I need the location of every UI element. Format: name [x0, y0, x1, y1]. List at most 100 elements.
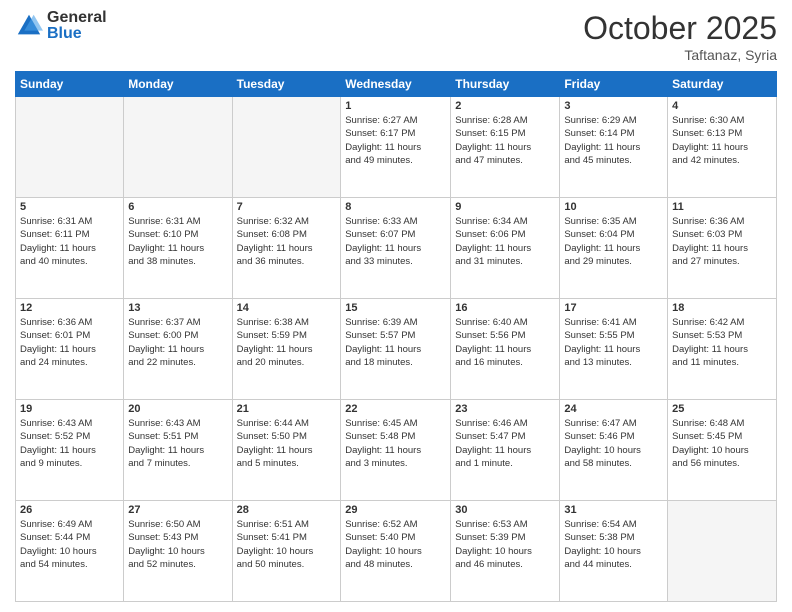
calendar-cell: 9 Sunrise: 6:34 AMSunset: 6:06 PMDaylight…: [451, 198, 560, 299]
calendar-cell: 1 Sunrise: 6:27 AMSunset: 6:17 PMDaylight…: [341, 97, 451, 198]
day-info: Sunrise: 6:34 AMSunset: 6:06 PMDaylight:…: [455, 215, 555, 268]
calendar-cell: 14 Sunrise: 6:38 AMSunset: 5:59 PMDayligh…: [232, 299, 341, 400]
day-info: Sunrise: 6:43 AMSunset: 5:51 PMDaylight:…: [128, 417, 227, 470]
day-info: Sunrise: 6:39 AMSunset: 5:57 PMDaylight:…: [345, 316, 446, 369]
day-number: 19: [20, 403, 119, 415]
logo-text: General Blue: [47, 10, 107, 42]
calendar-header-row: SundayMondayTuesdayWednesdayThursdayFrid…: [16, 72, 777, 97]
page: General Blue October 2025 Taftanaz, Syri…: [0, 0, 792, 612]
calendar-day-header: Monday: [124, 72, 232, 97]
day-info: Sunrise: 6:36 AMSunset: 6:01 PMDaylight:…: [20, 316, 119, 369]
day-number: 11: [672, 201, 772, 213]
day-number: 3: [564, 100, 663, 112]
day-number: 30: [455, 504, 555, 516]
logo-general: General: [47, 10, 107, 26]
day-info: Sunrise: 6:32 AMSunset: 6:08 PMDaylight:…: [237, 215, 337, 268]
logo-icon: [15, 12, 43, 40]
day-number: 22: [345, 403, 446, 415]
day-info: Sunrise: 6:40 AMSunset: 5:56 PMDaylight:…: [455, 316, 555, 369]
calendar-cell: 8 Sunrise: 6:33 AMSunset: 6:07 PMDaylight…: [341, 198, 451, 299]
month-title: October 2025: [583, 10, 777, 47]
calendar-cell: 21 Sunrise: 6:44 AMSunset: 5:50 PMDayligh…: [232, 400, 341, 501]
day-info: Sunrise: 6:48 AMSunset: 5:45 PMDaylight:…: [672, 417, 772, 470]
calendar-cell: 17 Sunrise: 6:41 AMSunset: 5:55 PMDayligh…: [560, 299, 668, 400]
calendar-cell: 24 Sunrise: 6:47 AMSunset: 5:46 PMDayligh…: [560, 400, 668, 501]
day-number: 8: [345, 201, 446, 213]
day-info: Sunrise: 6:53 AMSunset: 5:39 PMDaylight:…: [455, 518, 555, 571]
calendar-day-header: Friday: [560, 72, 668, 97]
day-info: Sunrise: 6:52 AMSunset: 5:40 PMDaylight:…: [345, 518, 446, 571]
day-number: 4: [672, 100, 772, 112]
day-info: Sunrise: 6:30 AMSunset: 6:13 PMDaylight:…: [672, 114, 772, 167]
day-number: 5: [20, 201, 119, 213]
day-number: 14: [237, 302, 337, 314]
calendar-cell: 25Sunrise: 6:48 AMSunset: 5:45 PMDayligh…: [668, 400, 777, 501]
calendar-day-header: Tuesday: [232, 72, 341, 97]
calendar-week-row: 19 Sunrise: 6:43 AMSunset: 5:52 PMDayligh…: [16, 400, 777, 501]
day-info: Sunrise: 6:47 AMSunset: 5:46 PMDaylight:…: [564, 417, 663, 470]
logo: General Blue: [15, 10, 107, 42]
calendar-cell: 28 Sunrise: 6:51 AMSunset: 5:41 PMDayligh…: [232, 501, 341, 602]
day-info: Sunrise: 6:38 AMSunset: 5:59 PMDaylight:…: [237, 316, 337, 369]
day-number: 28: [237, 504, 337, 516]
day-number: 6: [128, 201, 227, 213]
calendar-cell: [16, 97, 124, 198]
title-section: October 2025 Taftanaz, Syria: [583, 10, 777, 63]
calendar-cell: 18 Sunrise: 6:42 AMSunset: 5:53 PMDayligh…: [668, 299, 777, 400]
day-number: 23: [455, 403, 555, 415]
day-number: 15: [345, 302, 446, 314]
calendar-cell: 13 Sunrise: 6:37 AMSunset: 6:00 PMDayligh…: [124, 299, 232, 400]
calendar-week-row: 5 Sunrise: 6:31 AMSunset: 6:11 PMDaylight…: [16, 198, 777, 299]
calendar-cell: 19 Sunrise: 6:43 AMSunset: 5:52 PMDayligh…: [16, 400, 124, 501]
calendar-table: SundayMondayTuesdayWednesdayThursdayFrid…: [15, 71, 777, 602]
day-number: 27: [128, 504, 227, 516]
day-number: 18: [672, 302, 772, 314]
calendar-cell: 6 Sunrise: 6:31 AMSunset: 6:10 PMDaylight…: [124, 198, 232, 299]
calendar-cell: 27Sunrise: 6:50 AMSunset: 5:43 PMDayligh…: [124, 501, 232, 602]
day-number: 13: [128, 302, 227, 314]
day-number: 16: [455, 302, 555, 314]
day-info: Sunrise: 6:43 AMSunset: 5:52 PMDaylight:…: [20, 417, 119, 470]
day-number: 7: [237, 201, 337, 213]
calendar-cell: 26Sunrise: 6:49 AMSunset: 5:44 PMDayligh…: [16, 501, 124, 602]
calendar-week-row: 1 Sunrise: 6:27 AMSunset: 6:17 PMDaylight…: [16, 97, 777, 198]
day-number: 31: [564, 504, 663, 516]
calendar-cell: 4 Sunrise: 6:30 AMSunset: 6:13 PMDaylight…: [668, 97, 777, 198]
calendar-cell: 20 Sunrise: 6:43 AMSunset: 5:51 PMDayligh…: [124, 400, 232, 501]
day-info: Sunrise: 6:28 AMSunset: 6:15 PMDaylight:…: [455, 114, 555, 167]
day-info: Sunrise: 6:49 AMSunset: 5:44 PMDaylight:…: [20, 518, 119, 571]
day-info: Sunrise: 6:51 AMSunset: 5:41 PMDaylight:…: [237, 518, 337, 571]
day-info: Sunrise: 6:37 AMSunset: 6:00 PMDaylight:…: [128, 316, 227, 369]
calendar-cell: 15 Sunrise: 6:39 AMSunset: 5:57 PMDayligh…: [341, 299, 451, 400]
calendar-cell: [124, 97, 232, 198]
calendar-cell: 12Sunrise: 6:36 AMSunset: 6:01 PMDayligh…: [16, 299, 124, 400]
calendar-cell: 5 Sunrise: 6:31 AMSunset: 6:11 PMDaylight…: [16, 198, 124, 299]
day-info: Sunrise: 6:54 AMSunset: 5:38 PMDaylight:…: [564, 518, 663, 571]
day-info: Sunrise: 6:41 AMSunset: 5:55 PMDaylight:…: [564, 316, 663, 369]
day-number: 29: [345, 504, 446, 516]
day-number: 17: [564, 302, 663, 314]
day-number: 9: [455, 201, 555, 213]
calendar-cell: [232, 97, 341, 198]
day-info: Sunrise: 6:29 AMSunset: 6:14 PMDaylight:…: [564, 114, 663, 167]
day-info: Sunrise: 6:27 AMSunset: 6:17 PMDaylight:…: [345, 114, 446, 167]
calendar-cell: 31 Sunrise: 6:54 AMSunset: 5:38 PMDayligh…: [560, 501, 668, 602]
location: Taftanaz, Syria: [583, 47, 777, 63]
calendar-cell: 29 Sunrise: 6:52 AMSunset: 5:40 PMDayligh…: [341, 501, 451, 602]
day-info: Sunrise: 6:33 AMSunset: 6:07 PMDaylight:…: [345, 215, 446, 268]
day-number: 20: [128, 403, 227, 415]
day-number: 24: [564, 403, 663, 415]
calendar-day-header: Sunday: [16, 72, 124, 97]
header: General Blue October 2025 Taftanaz, Syri…: [15, 10, 777, 63]
day-info: Sunrise: 6:44 AMSunset: 5:50 PMDaylight:…: [237, 417, 337, 470]
calendar-day-header: Thursday: [451, 72, 560, 97]
calendar-week-row: 26Sunrise: 6:49 AMSunset: 5:44 PMDayligh…: [16, 501, 777, 602]
day-number: 1: [345, 100, 446, 112]
day-info: Sunrise: 6:42 AMSunset: 5:53 PMDaylight:…: [672, 316, 772, 369]
calendar-day-header: Saturday: [668, 72, 777, 97]
day-number: 21: [237, 403, 337, 415]
calendar-week-row: 12Sunrise: 6:36 AMSunset: 6:01 PMDayligh…: [16, 299, 777, 400]
day-info: Sunrise: 6:46 AMSunset: 5:47 PMDaylight:…: [455, 417, 555, 470]
day-info: Sunrise: 6:31 AMSunset: 6:10 PMDaylight:…: [128, 215, 227, 268]
day-info: Sunrise: 6:31 AMSunset: 6:11 PMDaylight:…: [20, 215, 119, 268]
